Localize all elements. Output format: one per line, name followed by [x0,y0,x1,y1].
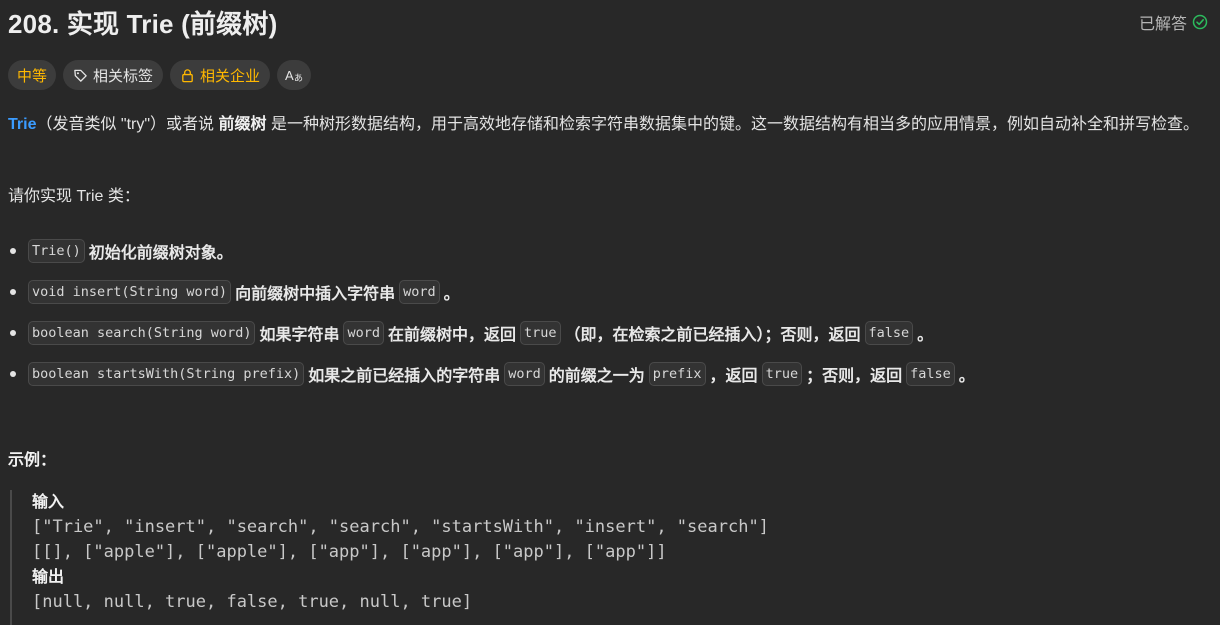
description-part1: （发音类似 "try"）或者说 [36,116,219,133]
inline-code: word [504,361,545,386]
example-output-line: [null, null, true, false, true, null, tr… [32,592,473,612]
implement-intro: 请你实现 Trie 类： [8,188,140,205]
method-desc: 在前缀树中，返回 [387,326,516,344]
method-desc: 初始化前缀树对象。 [88,244,233,262]
inline-code: word [343,320,384,345]
companies-tag-button[interactable]: 相关企业 [170,60,271,90]
example-input-label: 输入 [32,494,65,511]
companies-tag-label: 相关企业 [200,67,261,85]
method-desc: ；否则，返回 [806,367,903,385]
example-block: 输入 ["Trie", "insert", "search", "search"… [10,490,910,625]
method-desc: 如果字符串 [259,326,340,344]
topics-tag-label: 相关标签 [93,67,154,85]
check-circle-icon [1192,14,1208,30]
lock-icon [182,68,193,82]
difficulty-label: 中等 [17,67,48,85]
difficulty-badge[interactable]: 中等 [8,60,57,90]
method-desc: ，返回 [709,367,758,385]
example-output-label: 输出 [32,569,65,586]
method-desc: 。 [958,367,975,385]
list-item: Trie() 初始化前缀树对象。 [8,230,1208,271]
method-desc: 。 [443,285,460,303]
inline-code: true [761,361,803,386]
method-desc: 向前缀树中插入字符串 [235,285,396,303]
tag-bar: 中等 相关标签 相关企业 A あ [8,60,312,90]
example-input-line: ["Trie", "insert", "search", "search", "… [32,517,769,537]
method-desc: 的前缀之一为 [548,367,645,385]
method-desc: 如果之前已经插入的字符串 [308,367,501,385]
solved-status: 已解答 [1139,10,1208,34]
problem-description: Trie（发音类似 "try"）或者说 前缀树 是一种树形数据结构，用于高效地存… [8,112,1208,137]
inline-code: Trie() [28,238,85,263]
topics-tag-button[interactable]: 相关标签 [63,60,164,90]
svg-text:A: A [285,68,294,83]
method-desc: （即，在检索之前已经插入）；否则，返回 [564,326,861,344]
translate-icon: A あ [285,68,303,83]
method-desc: 。 [917,326,934,344]
svg-text:あ: あ [294,73,303,83]
translate-button[interactable]: A あ [277,60,312,90]
inline-code: void insert(String word) [28,279,232,304]
problem-title: 208. 实现 Trie (前缀树) [8,8,278,39]
list-item: boolean startsWith(String prefix) 如果之前已经… [8,353,1208,394]
description-part2: 是一种树形数据结构，用于高效地存储和检索字符串数据集中的键。这一数据结构有相当多… [266,116,1199,133]
prefix-tree-term: 前缀树 [218,116,267,133]
list-item: boolean search(String word) 如果字符串 word 在… [8,312,1208,353]
inline-code: word [399,279,440,304]
inline-code: prefix [648,361,706,386]
inline-code: false [906,361,955,386]
inline-code: true [520,320,561,345]
inline-code: false [864,320,914,345]
trie-link[interactable]: Trie [8,116,36,133]
header-row: 208. 实现 Trie (前缀树) 已解答 [8,4,1208,40]
example-title: 示例： [8,452,57,469]
example-input-line: [[], ["apple"], ["apple"], ["app"], ["ap… [32,542,667,562]
list-item: void insert(String word) 向前缀树中插入字符串 word… [8,271,1208,312]
problem-description-panel: 208. 实现 Trie (前缀树) 已解答 中等 相关标签 相关企业 A あ … [0,0,1220,625]
method-list: Trie() 初始化前缀树对象。 void insert(String word… [8,230,1208,394]
tag-icon [74,69,87,82]
inline-code: boolean startsWith(String prefix) [28,361,305,386]
inline-code: boolean search(String word) [28,320,256,345]
solved-label: 已解答 [1138,16,1187,33]
